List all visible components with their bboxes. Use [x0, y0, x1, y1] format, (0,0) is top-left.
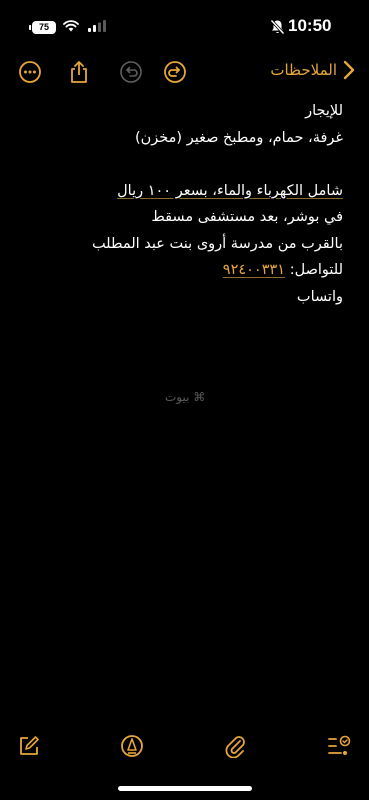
note-line: واتساب: [296, 288, 343, 305]
status-bar: 75 10:50: [0, 0, 369, 50]
redo-button[interactable]: [159, 56, 191, 88]
note-line: للإيجار: [305, 103, 343, 119]
note-line-contact: للتواصل: ٩٢٤٠٠٣٣١: [23, 257, 343, 284]
cellular-signal-icon: [88, 20, 106, 32]
markup-button[interactable]: [116, 730, 148, 762]
status-time: 10:50: [288, 16, 332, 35]
share-button[interactable]: [63, 56, 95, 88]
battery-icon: 75: [29, 21, 56, 34]
phone-link[interactable]: ٩٢٤٠٠٣٣١: [223, 262, 285, 278]
watermark: ⌘ بيوت: [165, 390, 205, 404]
bottom-toolbar: [0, 730, 369, 762]
compose-icon: [20, 736, 39, 755]
note-toolbar: الملاحظات: [0, 56, 369, 88]
back-to-notes-button[interactable]: الملاحظات: [270, 60, 355, 80]
more-options-button[interactable]: [14, 56, 46, 88]
redo-icon: [164, 61, 186, 83]
pen-tip-circle-icon: [121, 735, 143, 757]
attachment-button[interactable]: [219, 730, 251, 762]
note-line: بالقرب من مدرسة أروى بنت عبد المطلب: [91, 235, 343, 252]
note-body[interactable]: للإيجار غرفة، حمام، ومطبخ صغير (مخزن) شا…: [23, 98, 343, 310]
back-label: الملاحظات: [270, 61, 337, 79]
wifi-icon: [63, 20, 79, 32]
watermark-logo-icon: ⌘: [193, 390, 206, 404]
note-line: في بوشر، بعد مستشفى مسقط: [151, 209, 343, 225]
compose-note-button[interactable]: [13, 730, 45, 762]
note-line: غرفة، حمام، ومطبخ صغير (مخزن): [135, 129, 343, 146]
paperclip-icon: [225, 736, 245, 758]
undo-icon: [120, 61, 142, 83]
home-indicator[interactable]: [118, 786, 252, 791]
note-line: [23, 151, 343, 178]
undo-button[interactable]: [115, 56, 147, 88]
ellipsis-circle-icon: [19, 61, 41, 83]
chevron-right-icon: [343, 60, 355, 80]
note-line-price: شامل الكهرباء والماء، بسعر ١٠٠ ريال: [117, 182, 343, 199]
checklist-icon: [328, 735, 351, 755]
mute-bell-icon: [270, 19, 285, 35]
watermark-text: بيوت: [165, 390, 190, 404]
checklist-button[interactable]: [323, 730, 355, 762]
share-icon: [71, 61, 87, 83]
contact-label: للتواصل:: [289, 262, 343, 278]
